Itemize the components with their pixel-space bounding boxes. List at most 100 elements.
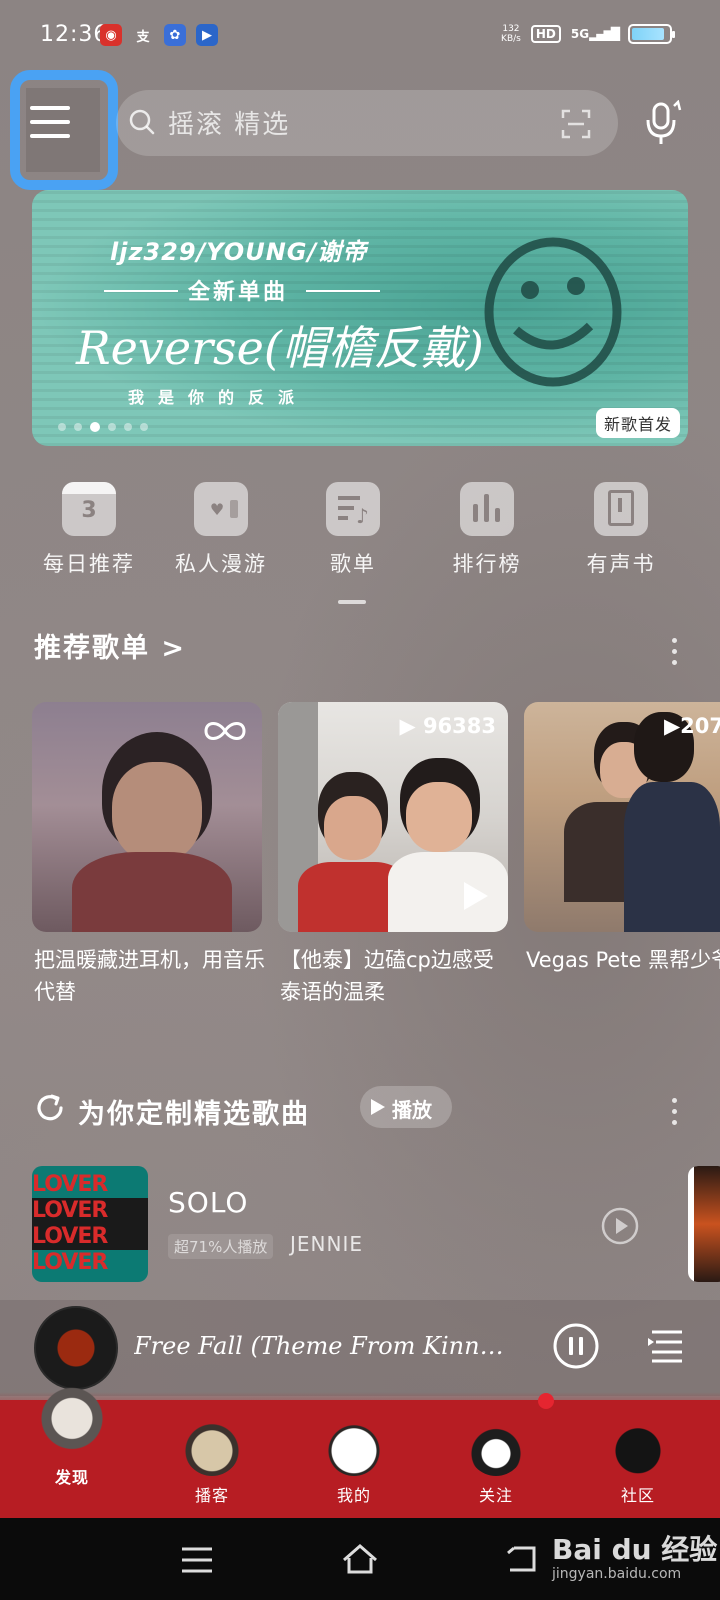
playlist-icon: ♪ — [326, 482, 380, 536]
network-label: 5G — [570, 27, 590, 41]
banner-subtitle: 全新单曲 — [188, 280, 289, 305]
refresh-icon[interactable] — [34, 1092, 66, 1124]
back-icon[interactable] — [504, 1544, 540, 1574]
nav-label: 关注 — [478, 1486, 513, 1505]
category-label: 排行榜 — [452, 552, 522, 576]
calendar-icon: 3 — [62, 482, 116, 536]
banner-divider-right — [306, 290, 380, 292]
search-icon — [129, 109, 155, 135]
cover-text-line: LOVER — [32, 1172, 108, 1197]
play-icon — [371, 1099, 385, 1115]
next-song-card[interactable] — [688, 1166, 720, 1282]
category-private-fm[interactable]: ♥ 私人漫游 — [166, 482, 276, 578]
penguin-mascot-icon — [468, 1420, 524, 1476]
play-icon[interactable] — [456, 878, 492, 914]
signal-5g-icon: 5G▂▄▆█ — [570, 27, 620, 41]
playlist-card[interactable] — [32, 702, 262, 932]
cat-mascot-icon — [37, 1386, 107, 1458]
notification-dot — [538, 1393, 554, 1409]
recent-apps-icon[interactable] — [180, 1546, 214, 1574]
playlist-queue-icon[interactable] — [646, 1328, 686, 1364]
banner-artists: ljz329/YOUNG/谢帝 — [110, 238, 368, 266]
cover-text-line: LOVER — [32, 1250, 108, 1275]
play-circle-icon[interactable] — [600, 1206, 640, 1246]
nav-label: 播客 — [194, 1486, 229, 1505]
category-daily[interactable]: 3 每日推荐 — [34, 482, 144, 578]
song-artist[interactable]: JENNIE — [290, 1232, 363, 1256]
playlist-card[interactable]: ▶ 96383 — [278, 702, 508, 932]
chart-icon — [460, 482, 514, 536]
cover-text: LOVER LOVER LOVER LOVER — [32, 1172, 148, 1276]
song-title[interactable]: SOLO — [168, 1186, 248, 1219]
status-bar: 12:36 ◉ 支 ✿ ▶ 132 KB/s HD 5G▂▄▆█ — [0, 0, 720, 72]
now-playing-title[interactable]: Free Fall (Theme From KinnPorsch… — [134, 1332, 514, 1360]
search-placeholder[interactable]: 摇滚 精选 — [168, 104, 290, 141]
nav-label: 发现 — [54, 1468, 89, 1487]
play-count: ▶207 — [664, 714, 720, 738]
category-label: 歌单 — [330, 552, 376, 576]
play-count: ▶ 96383 — [399, 714, 496, 738]
paw-icon — [326, 1420, 382, 1476]
banner-badge: 新歌首发 — [596, 408, 681, 438]
pagination-dot — [108, 423, 116, 431]
category-label: 有声书 — [586, 552, 656, 576]
baidu-video-icon: ▶ — [196, 24, 218, 46]
audiobook-icon — [594, 482, 648, 536]
pagination-dot — [58, 423, 66, 431]
battery-icon — [628, 24, 675, 44]
radio-icon: ♥ — [194, 482, 248, 536]
play-count-value: 96383 — [422, 714, 496, 738]
status-app-icons: ◉ 支 ✿ ▶ — [100, 24, 218, 46]
calendar-day: 3 — [81, 498, 97, 523]
section-title-recommended[interactable]: 推荐歌单 > — [34, 626, 186, 665]
baidu-watermark-url: jingyan.baidu.com — [552, 1566, 682, 1582]
nav-label: 我的 — [336, 1486, 371, 1505]
nav-podcast[interactable]: 播客 — [152, 1420, 272, 1506]
microphone-icon[interactable] — [644, 100, 684, 146]
banner-divider-left — [104, 290, 178, 292]
nav-follow[interactable]: 关注 — [436, 1420, 556, 1506]
more-options-icon[interactable] — [672, 1098, 678, 1131]
hamburger-menu-icon[interactable] — [30, 106, 70, 148]
pagination-dot — [90, 422, 100, 432]
baidu-watermark: Bai du 经验 — [552, 1533, 718, 1566]
song-popularity-tag: 超71%人播放 — [168, 1234, 274, 1259]
pagination-dot — [124, 423, 132, 431]
play-all-label[interactable]: 播放 — [392, 1094, 432, 1123]
netease-music-icon: ◉ — [100, 24, 122, 46]
category-audiobook[interactable]: 有声书 — [566, 482, 676, 578]
playlist-card[interactable]: ▶207 — [524, 702, 720, 932]
category-selected-indicator — [338, 600, 366, 604]
home-icon[interactable] — [340, 1542, 380, 1576]
alipay-icon: 支 — [136, 29, 150, 45]
infinity-icon — [204, 722, 246, 740]
playlist-name[interactable]: Vegas Pete 黑帮少爷上我 — [526, 944, 720, 976]
category-label: 每日推荐 — [43, 552, 135, 576]
play-count-value: 207 — [680, 714, 720, 738]
smiley-graphic — [484, 237, 622, 387]
status-right: 132 KB/s HD 5G▂▄▆█ — [501, 24, 675, 44]
banner-tagline: 我是你的反派 — [128, 388, 309, 407]
playlist-name[interactable]: 【他泰】边磕cp边感受泰语的温柔 — [280, 944, 512, 1008]
playlist-name[interactable]: 把温暖藏进耳机，用音乐代替 — [34, 944, 266, 1008]
album-disc[interactable] — [34, 1306, 118, 1390]
category-charts[interactable]: 排行榜 — [432, 482, 542, 578]
pause-icon[interactable] — [552, 1322, 600, 1370]
net-speed: 132 KB/s — [501, 24, 521, 44]
cover-text-line: LOVER — [32, 1224, 148, 1250]
pagination-dot — [140, 423, 148, 431]
song-cover[interactable]: LOVER LOVER LOVER LOVER — [32, 1166, 148, 1282]
pug-mascot-icon — [184, 1420, 240, 1476]
category-playlist[interactable]: ♪ 歌单 — [298, 482, 408, 578]
banner-song-title: Reverse(帽檐反戴) — [76, 321, 484, 375]
status-time: 12:36 — [40, 22, 109, 47]
section-title-daily: 为你定制精选歌曲 — [78, 1099, 310, 1130]
nav-mine[interactable]: 我的 — [294, 1420, 414, 1506]
nav-community[interactable]: 社区 — [578, 1420, 698, 1506]
more-options-icon[interactable] — [672, 638, 678, 671]
nav-label: 社区 — [620, 1486, 655, 1505]
scan-icon[interactable] — [560, 108, 592, 140]
nav-discover[interactable]: 发现 — [12, 1386, 132, 1488]
pagination-dot — [74, 423, 82, 431]
baidu-icon: ✿ — [164, 24, 186, 46]
